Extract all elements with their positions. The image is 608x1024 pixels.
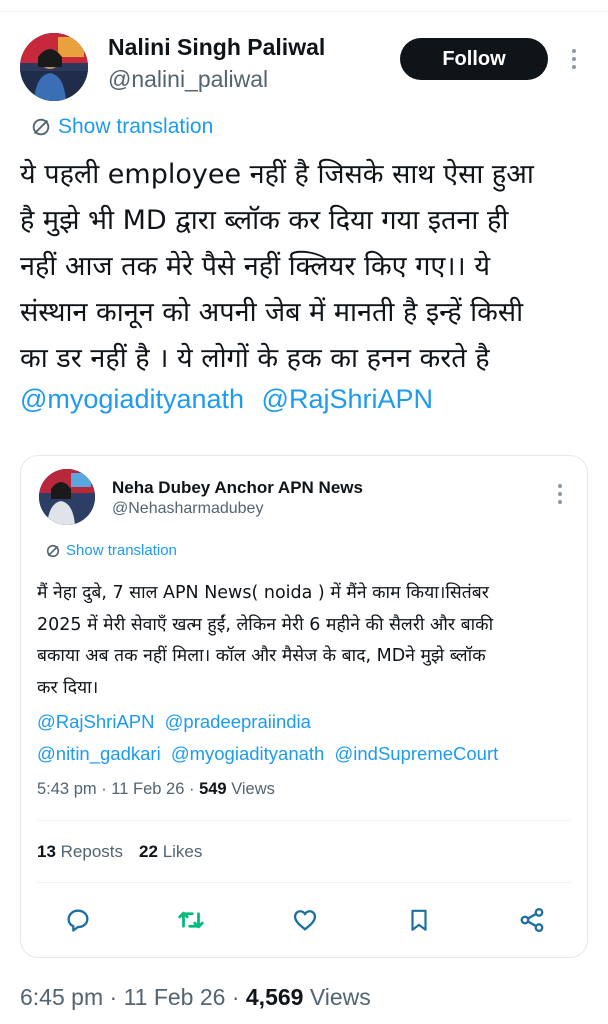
- mention-link[interactable]: @nitin_gadkari: [37, 743, 161, 764]
- quoted-views-label: Views: [231, 780, 275, 798]
- reply-icon[interactable]: [60, 902, 96, 938]
- mention-link[interactable]: @indSupremeCourt: [334, 743, 498, 764]
- tweet-line: संस्थान कानून को अपनी जेब में मानती है इ…: [20, 297, 524, 328]
- quoted-tweet-line: 2025 में मेरी सेवाएँ खत्म हुईं, लेकिन मे…: [37, 614, 494, 635]
- follow-button[interactable]: Follow: [400, 38, 548, 80]
- tweet-time[interactable]: 6:45 pm: [20, 984, 103, 1010]
- show-translation-label: Show translation: [66, 542, 177, 559]
- quoted-tweet-line: मैं नेहा दुबे, 7 साल APN News( noida ) म…: [37, 583, 489, 603]
- quoted-timestamp: 5:43 pm · 11 Feb 26 · 549 Views: [37, 780, 275, 798]
- likes-stat[interactable]: 22 Likes: [139, 842, 202, 861]
- divider: [37, 882, 571, 883]
- tweet-text: ये पहली employee नहीं है जिसके साथ ऐसा ह…: [20, 152, 586, 382]
- show-translation-label: Show translation: [58, 115, 214, 138]
- quoted-mentions: @RajShriAPN @pradeepraiindia @nitin_gadk…: [37, 706, 577, 769]
- show-translation-link[interactable]: Show translation: [30, 115, 213, 139]
- likes-label: Likes: [162, 842, 203, 861]
- mention-link[interactable]: @myogiadityanath: [20, 384, 244, 414]
- translate-icon: [32, 118, 50, 136]
- quoted-tweet-line: कर दिया।: [37, 677, 99, 698]
- reposts-label: Reposts: [60, 842, 124, 861]
- mention-link[interactable]: @pradeepraiindia: [165, 711, 311, 732]
- views-label: Views: [309, 984, 371, 1010]
- repost-icon[interactable]: [173, 902, 209, 938]
- reposts-count: 13: [37, 842, 56, 861]
- tweet-timestamp: 6:45 pm · 11 Feb 26 · 4,569 Views: [20, 984, 371, 1010]
- author-name[interactable]: Nalini Singh Paliwal: [108, 34, 325, 61]
- quoted-author-avatar[interactable]: [39, 469, 95, 525]
- quoted-more-options-icon[interactable]: [550, 484, 570, 504]
- quoted-author-handle[interactable]: @Nehasharmadubey: [112, 500, 263, 518]
- tweet-mentions: @myogiadityanath @RajShriAPN: [20, 384, 443, 415]
- more-options-icon[interactable]: [564, 49, 584, 69]
- like-icon[interactable]: [287, 902, 323, 938]
- quoted-time[interactable]: 5:43 pm: [37, 780, 97, 798]
- quoted-show-translation-link[interactable]: Show translation: [45, 542, 177, 559]
- mention-link[interactable]: @myogiadityanath: [171, 743, 325, 764]
- tweet-line: है मुझे भी MD द्वारा ब्लॉक कर दिया गया इ…: [20, 205, 509, 236]
- quoted-views-count: 549: [199, 780, 227, 798]
- reposts-stat[interactable]: 13 Reposts: [37, 842, 123, 861]
- tweet-date[interactable]: 11 Feb 26: [124, 984, 226, 1010]
- top-divider: [0, 0, 608, 12]
- tweet-line: का डर नहीं है । ये लोगों के हक का हनन कर…: [20, 343, 490, 374]
- translate-icon: [46, 544, 60, 557]
- tweet-line: नहीं आज तक मेरे पैसे नहीं क्लियर किए गए।…: [20, 251, 491, 282]
- share-icon[interactable]: [514, 902, 550, 938]
- quoted-author-name[interactable]: Neha Dubey Anchor APN News: [112, 478, 363, 498]
- quoted-tweet-text: मैं नेहा दुबे, 7 साल APN News( noida ) म…: [37, 578, 567, 704]
- bookmark-icon[interactable]: [401, 902, 437, 938]
- quoted-date[interactable]: 11 Feb 26: [111, 780, 184, 798]
- divider: [37, 820, 571, 821]
- engagement-stats: 13 Reposts 22 Likes: [37, 842, 202, 862]
- author-handle[interactable]: @nalini_paliwal: [108, 66, 268, 93]
- quoted-tweet-line: बकाया अब तक नहीं मिला। कॉल और मैसेज के ब…: [37, 646, 486, 666]
- mention-link[interactable]: @RajShriAPN: [37, 711, 154, 732]
- mention-link[interactable]: @RajShriAPN: [262, 384, 433, 414]
- likes-count: 22: [139, 842, 158, 861]
- author-avatar[interactable]: [20, 33, 88, 101]
- views-count: 4,569: [245, 984, 304, 1010]
- tweet-line: ये पहली employee नहीं है जिसके साथ ऐसा ह…: [20, 159, 534, 190]
